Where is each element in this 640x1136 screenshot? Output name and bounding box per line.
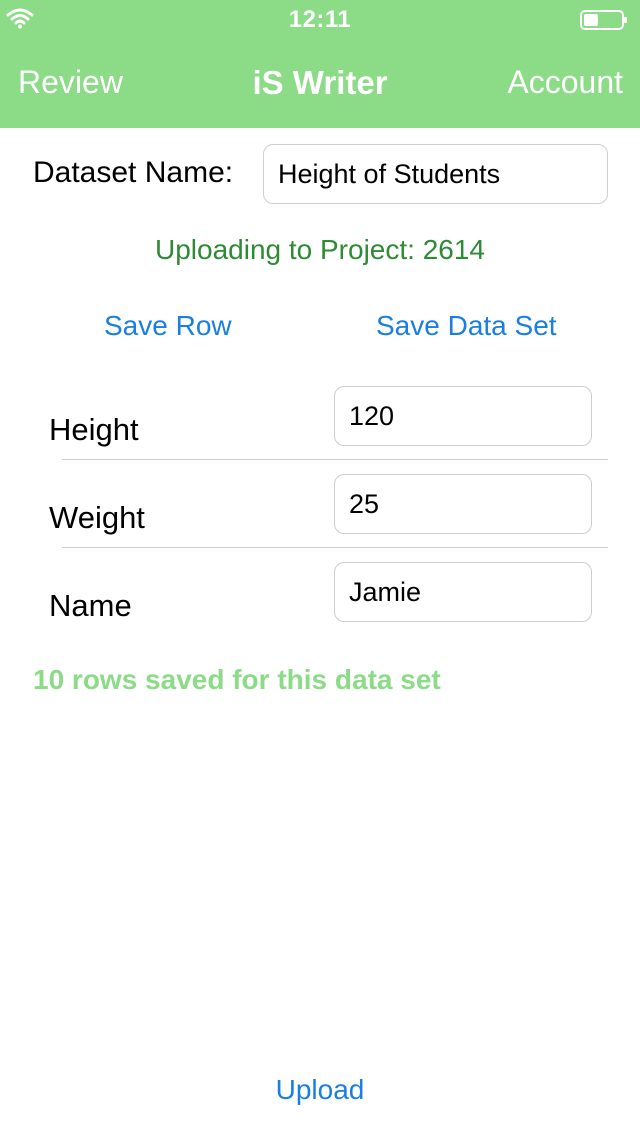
name-field[interactable]	[334, 562, 592, 622]
field-row-height: Height	[0, 386, 640, 474]
uploading-project-text: Uploading to Project: 2614	[155, 234, 485, 265]
height-field[interactable]	[334, 386, 592, 446]
weight-label: Weight	[49, 500, 145, 535]
screen: 12:11 Review iS Writer Account Dataset N…	[0, 0, 640, 1136]
height-label: Height	[49, 412, 139, 447]
save-row-button[interactable]: Save Row	[104, 310, 232, 342]
row-divider	[62, 547, 608, 548]
dataset-name-label: Dataset Name:	[33, 156, 234, 189]
field-row-weight: Weight	[0, 474, 640, 562]
header: 12:11 Review iS Writer Account	[0, 0, 640, 128]
save-data-set-button[interactable]: Save Data Set	[376, 310, 557, 342]
weight-field[interactable]	[334, 474, 592, 534]
account-button[interactable]: Account	[507, 64, 623, 101]
nav-bar: Review iS Writer Account	[0, 40, 640, 128]
row-divider	[62, 459, 608, 460]
dataset-name-field[interactable]	[263, 144, 608, 204]
upload-button[interactable]: Upload	[0, 1074, 640, 1106]
name-label: Name	[49, 588, 132, 623]
status-bar: 12:11	[0, 0, 640, 40]
battery-icon	[580, 10, 627, 30]
status-time: 12:11	[288, 6, 352, 33]
review-button[interactable]: Review	[18, 64, 123, 101]
rows-saved-status: 10 rows saved for this data set	[33, 664, 441, 695]
field-row-name: Name	[0, 562, 640, 650]
